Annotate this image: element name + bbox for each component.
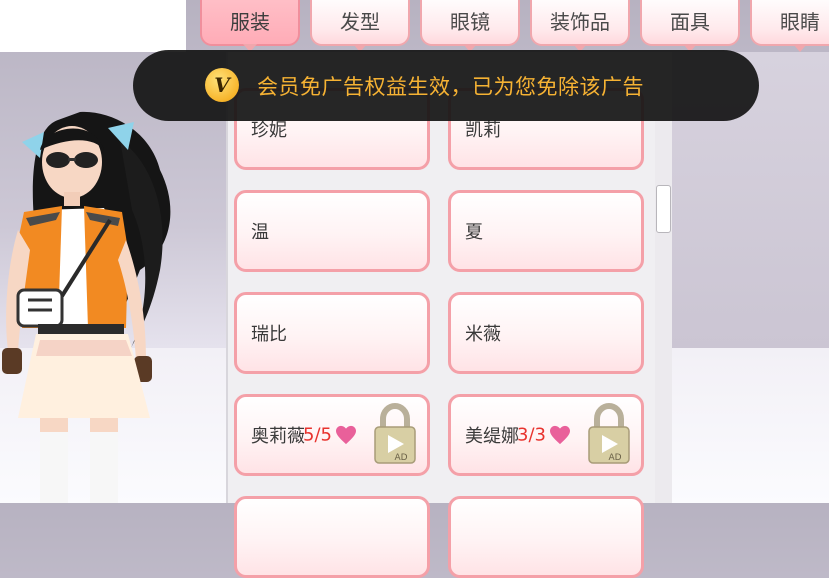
tab-clothing[interactable]: 服装: [200, 0, 300, 52]
scrollbar-thumb[interactable]: [656, 185, 671, 233]
outfit-item-name: 瑞比: [251, 324, 287, 345]
ad-label: AD: [608, 453, 621, 463]
heart-icon: [336, 425, 356, 445]
lock-ad-icon[interactable]: AD: [373, 403, 417, 465]
heart-icon: [550, 425, 570, 445]
ad-label: AD: [394, 453, 407, 463]
tab-hairstyle[interactable]: 发型: [310, 0, 410, 52]
tab-eyes[interactable]: 眼睛: [750, 0, 829, 52]
outfit-item[interactable]: [448, 496, 644, 578]
tab-mask[interactable]: 面具: [640, 0, 740, 52]
vip-badge-icon: V: [205, 68, 239, 102]
outfit-item-count: 5/5: [303, 424, 332, 446]
category-tab-bar: 服装 发型 眼镜 装饰品 面具 眼睛: [186, 0, 829, 52]
outfit-item-locked[interactable]: 美缇娜 3/3 AD: [448, 394, 644, 476]
lock-ad-icon[interactable]: AD: [587, 403, 631, 465]
outfit-item-name: 美缇娜: [465, 426, 519, 447]
outfit-item[interactable]: 夏: [448, 190, 644, 272]
outfit-item-name: 夏: [465, 222, 483, 243]
outfit-item[interactable]: 米薇: [448, 292, 644, 374]
outfit-item-name: 米薇: [465, 324, 501, 345]
outfit-item-name: 奥莉薇: [251, 426, 305, 447]
outfit-item[interactable]: 瑞比: [234, 292, 430, 374]
outfit-item[interactable]: 温: [234, 190, 430, 272]
scene-top-area: [0, 0, 186, 52]
tab-glasses[interactable]: 眼镜: [420, 0, 520, 52]
outfit-item-name: 温: [251, 222, 269, 243]
player-character[interactable]: [0, 100, 190, 503]
outfit-item[interactable]: [234, 496, 430, 578]
outfit-item-locked[interactable]: 奥莉薇 5/5 AD: [234, 394, 430, 476]
outfit-item-count: 3/3: [517, 424, 546, 446]
toast-message: 会员免广告权益生效，已为您免除该广告: [257, 74, 644, 99]
vip-ad-free-toast: V 会员免广告权益生效，已为您免除该广告: [133, 50, 759, 121]
tab-accessories[interactable]: 装饰品: [530, 0, 630, 52]
